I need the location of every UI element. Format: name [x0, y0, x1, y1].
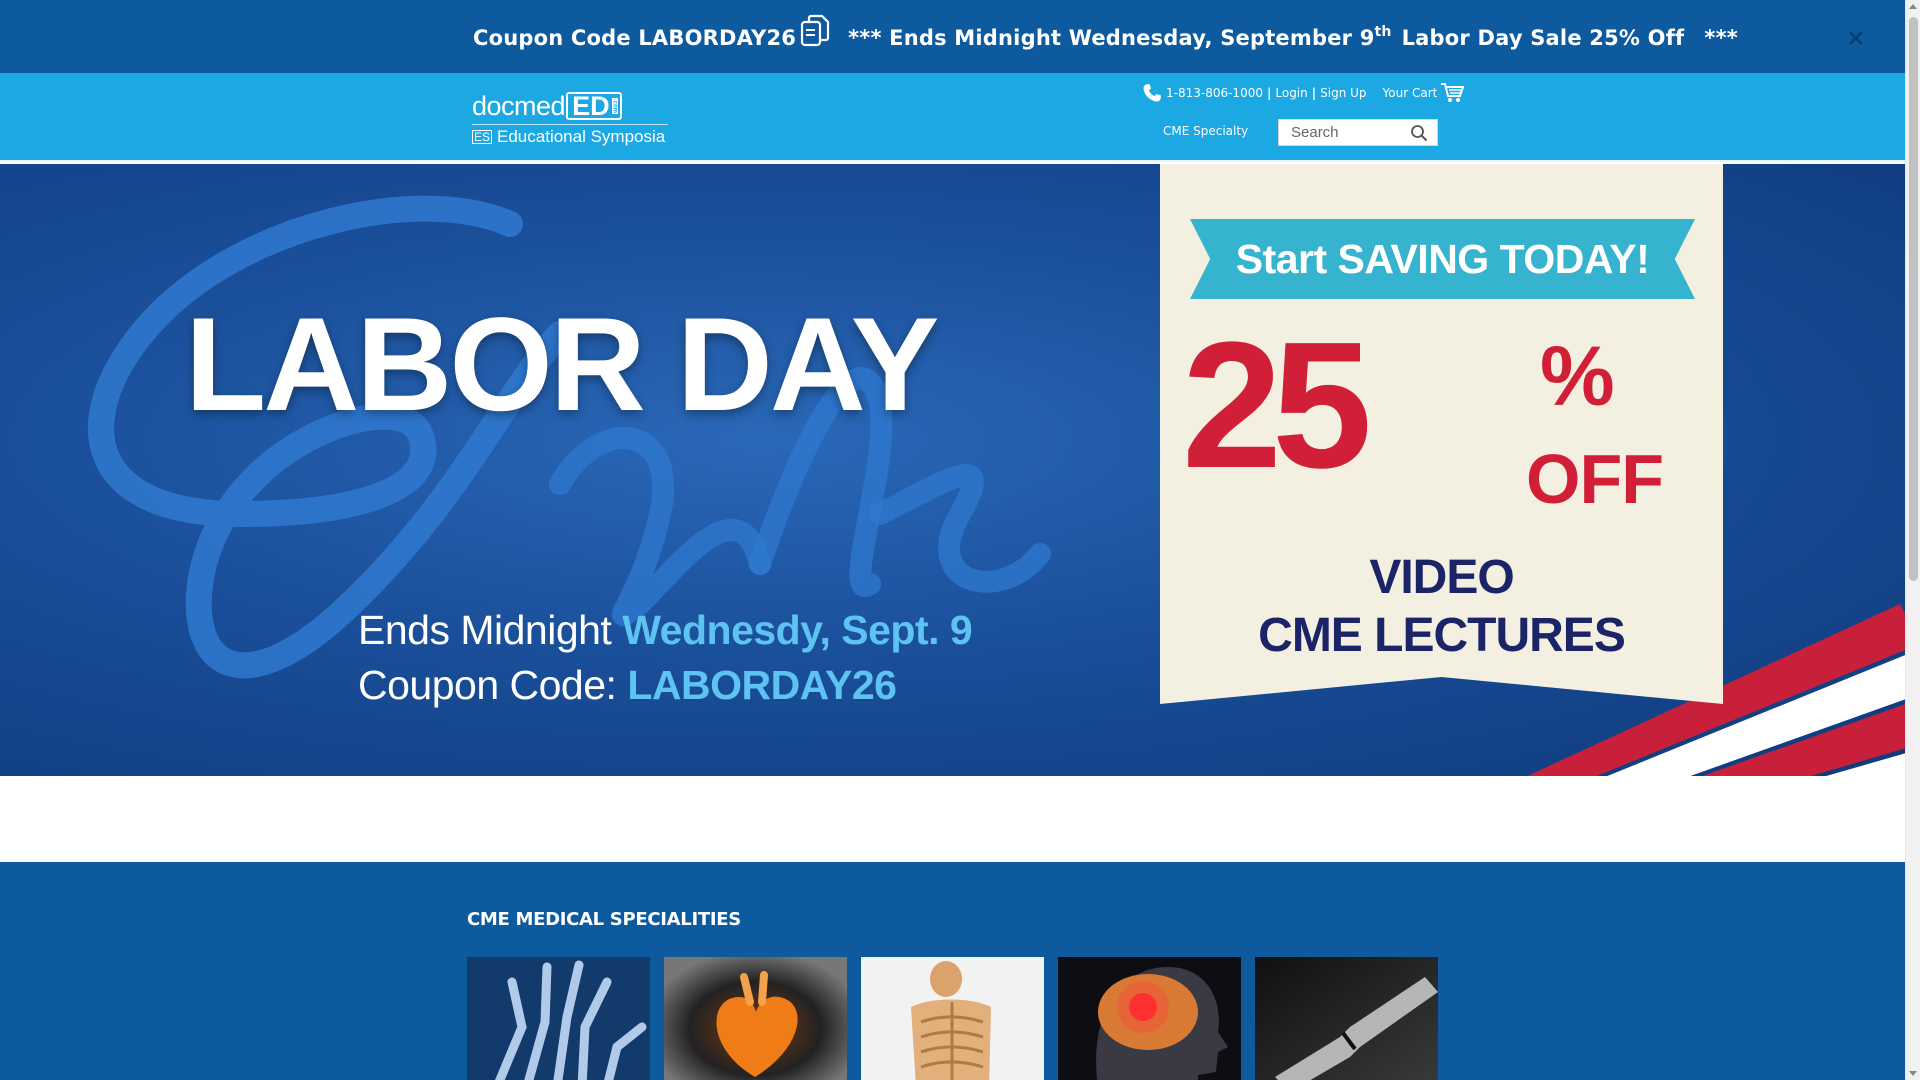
page-scrollbar[interactable] [1905, 0, 1920, 1080]
ribbon-text: Start SAVING TODAY! [1235, 235, 1650, 282]
section-heading: CME MEDICAL SPECIALITIES [467, 909, 741, 930]
discount-number: 25 [1182, 305, 1372, 506]
hero-coupon-code: LABORDAY26 [627, 662, 897, 708]
signup-link[interactable]: Sign Up [1320, 86, 1366, 100]
promo-ends-sup: th [1374, 24, 1392, 40]
hero-title: LABOR DAY [185, 291, 939, 439]
separator: | [1311, 86, 1317, 100]
card-cme-lectures-text: CME LECTURES [1258, 609, 1626, 662]
header-top-links: 1-813-806-1000 | Login | Sign Up Your Ca… [1142, 82, 1465, 104]
hero-ends-prefix: Ends Midnight [358, 607, 623, 653]
promo-bar: Coupon Code LABORDAY26 *** Ends Midnight… [0, 0, 1905, 73]
site-header: docmed ED .com ES Educational Symposia 1… [0, 73, 1905, 162]
logo-ed-box: ED .com [566, 92, 622, 120]
specialty-tile-heart[interactable] [664, 957, 847, 1080]
hero-ends-line: Ends Midnight Wednesdy, Sept. 9 [358, 607, 973, 654]
logo-doc-text: docmed [472, 91, 566, 121]
hero-banner[interactable]: LABOR DAY Ends Midnight Wednesdy, Sept. … [0, 164, 1905, 776]
promo-message: Coupon Code LABORDAY26 *** Ends Midnight… [473, 14, 1738, 62]
login-link[interactable]: Login [1275, 86, 1307, 100]
promo-ends-text: *** Ends Midnight Wednesday, September 9 [848, 26, 1375, 50]
discount-off: OFF [1526, 440, 1664, 518]
hero-coupon-prefix: Coupon Code: [358, 662, 628, 708]
cart-link[interactable]: Your Cart [1383, 82, 1465, 104]
promo-coupon-label: Coupon Code LABORDAY26 [473, 26, 797, 50]
specialty-tiles [467, 957, 1438, 1080]
logo-es-mark: ES [472, 130, 493, 144]
start-saving-ribbon: Start SAVING TODAY! [1190, 219, 1695, 299]
phone-icon [1142, 83, 1162, 103]
specialty-tile-skeleton[interactable] [861, 957, 1044, 1080]
hero-coupon-line: Coupon Code: LABORDAY26 [358, 662, 897, 709]
hero-ends-date: Wednesdy, Sept. 9 [622, 607, 973, 653]
copy-icon[interactable] [800, 14, 830, 48]
specialty-tile-brain[interactable] [1058, 957, 1241, 1080]
specialty-tile-bone-fracture-xray[interactable] [1255, 957, 1438, 1080]
sale-script-graphic [88, 195, 1051, 679]
cme-specialities-section: CME MEDICAL SPECIALITIES [0, 862, 1905, 1080]
promo-trailing: *** [1704, 26, 1738, 50]
separator: | [1266, 86, 1272, 100]
search-box [1278, 119, 1438, 146]
logo-ed-text: ED [572, 91, 610, 121]
close-icon[interactable]: ✕ [1847, 26, 1865, 52]
scroll-down-arrow[interactable] [1909, 1071, 1917, 1076]
scroll-up-arrow[interactable] [1909, 4, 1917, 9]
search-input[interactable] [1279, 120, 1407, 145]
promo-sale-text: Labor Day Sale 25% Off [1401, 26, 1685, 50]
card-video-text: VIDEO [1369, 551, 1514, 604]
discount-card: Start SAVING TODAY! 25 % OFF VIDEO CME L… [1160, 164, 1723, 704]
specialty-tile-hand-xray[interactable] [467, 957, 650, 1080]
logo-tagline: Educational Symposia [497, 127, 666, 146]
site-logo[interactable]: docmed ED .com ES Educational Symposia [472, 91, 672, 151]
logo-com-text: .com [611, 97, 618, 114]
phone-link[interactable]: 1-813-806-1000 [1166, 86, 1263, 100]
cme-specialty-menu[interactable]: CME Specialty [1163, 124, 1248, 138]
discount-percent-sign: % [1540, 329, 1615, 423]
cart-icon [1440, 82, 1465, 104]
cart-label: Your Cart [1382, 86, 1438, 100]
search-icon[interactable] [1407, 121, 1431, 145]
scroll-thumb[interactable] [1909, 17, 1918, 581]
